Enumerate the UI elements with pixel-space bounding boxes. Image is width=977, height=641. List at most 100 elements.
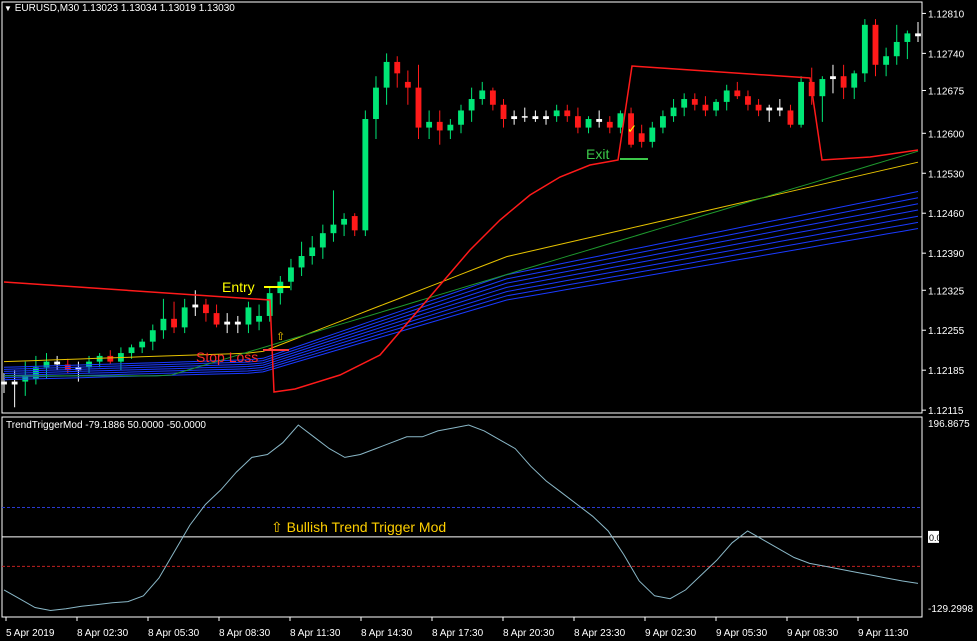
time-tick-label: 9 Apr 02:30 xyxy=(645,628,697,639)
candle-body xyxy=(713,102,719,111)
price-chart-title: ▼ EURUSD,M30 1.13023 1.13034 1.13019 1.1… xyxy=(4,3,235,14)
entry-label: Entry xyxy=(222,279,255,295)
price-tick-label: 1.12810 xyxy=(928,9,965,20)
exit-check-icon: ✓ xyxy=(627,122,637,136)
candle-body xyxy=(416,88,422,128)
candle-body xyxy=(352,216,358,230)
candle-body xyxy=(788,110,794,124)
candle-body xyxy=(235,322,241,325)
candle-body xyxy=(447,125,453,131)
candle-body xyxy=(182,307,188,327)
price-tick-label: 1.12115 xyxy=(928,406,964,417)
stop-loss-label: Stop Loss xyxy=(196,349,258,365)
candle-body xyxy=(522,116,528,118)
price-tick-label: 1.12460 xyxy=(928,209,965,220)
candle-body xyxy=(745,96,751,105)
candle-body xyxy=(150,330,156,341)
time-tick-label: 9 Apr 11:30 xyxy=(858,628,909,639)
candle-body xyxy=(554,110,560,116)
price-tick-label: 1.12325 xyxy=(928,286,965,297)
candle-body xyxy=(320,233,326,247)
candle-body xyxy=(883,56,889,65)
candle-body xyxy=(331,225,337,234)
candle-body xyxy=(819,79,825,96)
candle-body xyxy=(841,76,847,87)
candle-body xyxy=(384,62,390,88)
time-tick-label: 8 Apr 14:30 xyxy=(361,628,413,639)
osc-tick-label: 0.00 xyxy=(929,533,947,543)
candle-body xyxy=(1,382,7,385)
candle-body xyxy=(543,116,549,119)
time-tick-label: 8 Apr 02:30 xyxy=(77,628,129,639)
candle-body xyxy=(426,122,432,128)
candle-body xyxy=(12,382,18,385)
candle-body xyxy=(479,90,485,99)
candle-body xyxy=(607,122,613,128)
price-tick-label: 1.12530 xyxy=(928,169,965,180)
candle-body xyxy=(660,116,666,127)
candle-body xyxy=(437,122,443,131)
candle-body xyxy=(766,108,772,111)
price-tick-label: 1.12600 xyxy=(928,129,965,140)
candle-body xyxy=(129,347,135,353)
candle-body xyxy=(904,33,910,42)
candle-body xyxy=(862,25,868,74)
candle-body xyxy=(851,73,857,87)
time-tick-label: 9 Apr 05:30 xyxy=(716,628,768,639)
candle-body xyxy=(192,305,198,308)
candle-body xyxy=(830,76,836,79)
candle-body xyxy=(703,105,709,111)
candle-body xyxy=(756,105,762,111)
candle-body xyxy=(596,119,602,122)
candle-body xyxy=(224,322,230,325)
candle-body xyxy=(309,247,315,256)
candle-body xyxy=(160,319,166,330)
candle-body xyxy=(798,82,804,125)
time-tick-label: 9 Apr 08:30 xyxy=(787,628,839,639)
osc-line xyxy=(4,425,918,611)
chart-canvas: 1.12810 1.12740 1.12675 1.12600 1.12530 1.124… xyxy=(0,0,977,641)
time-tick-label: 8 Apr 11:30 xyxy=(290,628,341,639)
price-tick-label: 1.12390 xyxy=(928,249,965,260)
time-tick-label: 8 Apr 17:30 xyxy=(432,628,484,639)
indicator-title: TrendTriggerMod -79.1886 50.0000 -50.000… xyxy=(6,420,206,431)
ema-ribbon-line xyxy=(4,216,918,375)
time-tick-label: 8 Apr 20:30 xyxy=(503,628,555,639)
candle-body xyxy=(501,105,507,119)
candle-body xyxy=(777,108,783,111)
candle-body xyxy=(734,90,740,96)
candle-body xyxy=(203,305,209,314)
candle-body xyxy=(575,116,581,127)
candle-body xyxy=(458,110,464,124)
time-tick-label: 8 Apr 05:30 xyxy=(148,628,200,639)
oscillator-panel-frame xyxy=(2,417,922,617)
candle-body xyxy=(915,33,921,36)
bullish-trigger-label: ⇧ Bullish Trend Trigger Mod xyxy=(271,519,446,536)
price-tick-label: 1.12675 xyxy=(928,86,965,97)
osc-tick-label: 196.8675 xyxy=(928,419,970,430)
candle-body xyxy=(649,128,655,142)
candle-body xyxy=(139,342,145,348)
candle-body xyxy=(246,307,252,324)
candle-body xyxy=(299,256,305,267)
ema-ribbon-line xyxy=(4,222,918,377)
osc-tick-label: -129.2998 xyxy=(928,604,973,615)
time-tick-label: 8 Apr 23:30 xyxy=(574,628,626,639)
exit-label: Exit xyxy=(586,146,609,162)
candle-body xyxy=(511,116,517,119)
time-tick-label: 8 Apr 08:30 xyxy=(219,628,271,639)
candle-body xyxy=(873,25,879,65)
dropdown-triangle-icon[interactable]: ▼ xyxy=(4,4,12,13)
time-tick-label: 5 Apr 2019 xyxy=(6,628,55,639)
candle-body xyxy=(564,110,570,116)
candle-body xyxy=(288,267,294,281)
candle-body xyxy=(692,99,698,105)
candle-body xyxy=(54,362,60,365)
ema-ribbon-line xyxy=(4,192,918,368)
price-tick-label: 1.12255 xyxy=(928,326,965,337)
candle-body xyxy=(362,119,368,230)
candle-body xyxy=(394,62,400,73)
price-tick-label: 1.12740 xyxy=(928,49,965,60)
candle-body xyxy=(681,99,687,108)
candle-body xyxy=(171,319,177,328)
